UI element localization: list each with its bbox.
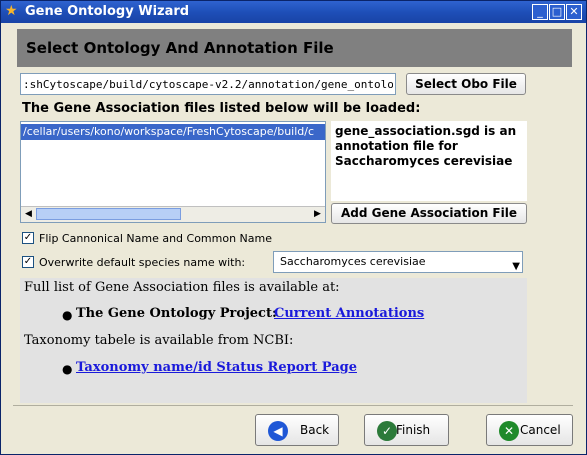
gene-association-info-text: Full list of Gene Association files is a…	[24, 280, 340, 295]
go-project-label: The Gene Ontology Project:	[76, 306, 277, 321]
minimize-button[interactable]: _	[532, 4, 548, 20]
chevron-down-icon: ▼	[512, 261, 520, 272]
flip-name-label: Flip Cannonical Name and Common Name	[39, 232, 273, 245]
list-item[interactable]: /cellar/users/kono/workspace/FreshCytosc…	[21, 124, 325, 140]
window-title: Gene Ontology Wizard	[25, 4, 190, 19]
back-button[interactable]: ◀ Back	[255, 414, 339, 446]
taxonomy-report-link[interactable]: Taxonomy name/id Status Report Page	[76, 360, 357, 375]
star-icon: ★	[5, 3, 18, 19]
species-select-value: Saccharomyces cerevisiae	[280, 255, 426, 268]
species-select[interactable]: Saccharomyces cerevisiae ▼	[273, 251, 523, 273]
info-panel: Full list of Gene Association files is a…	[20, 278, 527, 403]
footer-divider	[13, 405, 573, 406]
wizard-window: ★ Gene Ontology Wizard _ □ ✕ Select Onto…	[0, 0, 587, 455]
page-title: Select Ontology And Annotation File	[26, 39, 334, 57]
close-button[interactable]: ✕	[566, 4, 582, 20]
current-annotations-link[interactable]: Current Annotations	[274, 306, 424, 321]
association-file-list[interactable]: /cellar/users/kono/workspace/FreshCytosc…	[20, 121, 326, 223]
scroll-left-icon[interactable]: ◀	[21, 207, 36, 221]
close-icon: ✕	[499, 421, 519, 441]
maximize-button[interactable]: □	[549, 4, 565, 20]
add-gene-association-button[interactable]: Add Gene Association File	[331, 203, 527, 224]
back-label: Back	[300, 423, 330, 437]
scroll-thumb[interactable]	[36, 208, 181, 220]
cancel-label: Cancel	[520, 423, 561, 437]
association-description: gene_association.sgd is an annotation fi…	[331, 121, 527, 201]
cancel-button[interactable]: ✕ Cancel	[486, 414, 573, 446]
checkmark-icon: ✓	[377, 421, 397, 441]
obo-path-input[interactable]	[20, 73, 396, 95]
horizontal-scrollbar[interactable]: ◀ ▶	[21, 206, 325, 222]
select-obo-file-button[interactable]: Select Obo File	[406, 73, 526, 95]
header-band: Select Ontology And Annotation File	[17, 29, 572, 67]
arrow-left-icon: ◀	[268, 421, 288, 441]
title-bar[interactable]: ★ Gene Ontology Wizard _ □ ✕	[1, 1, 586, 23]
taxonomy-info-text: Taxonomy tabele is available from NCBI:	[24, 333, 294, 348]
finish-button[interactable]: ✓ Finish	[364, 414, 449, 446]
flip-name-checkbox[interactable]: ✓	[22, 232, 34, 244]
overwrite-species-checkbox[interactable]: ✓	[22, 256, 34, 268]
association-label: The Gene Association files listed below …	[22, 101, 421, 116]
bullet-icon: ●	[62, 308, 73, 322]
bullet-icon: ●	[62, 362, 73, 376]
finish-label: Finish	[396, 423, 431, 437]
overwrite-species-label: Overwrite default species name with:	[39, 256, 246, 269]
scroll-right-icon[interactable]: ▶	[310, 207, 325, 221]
